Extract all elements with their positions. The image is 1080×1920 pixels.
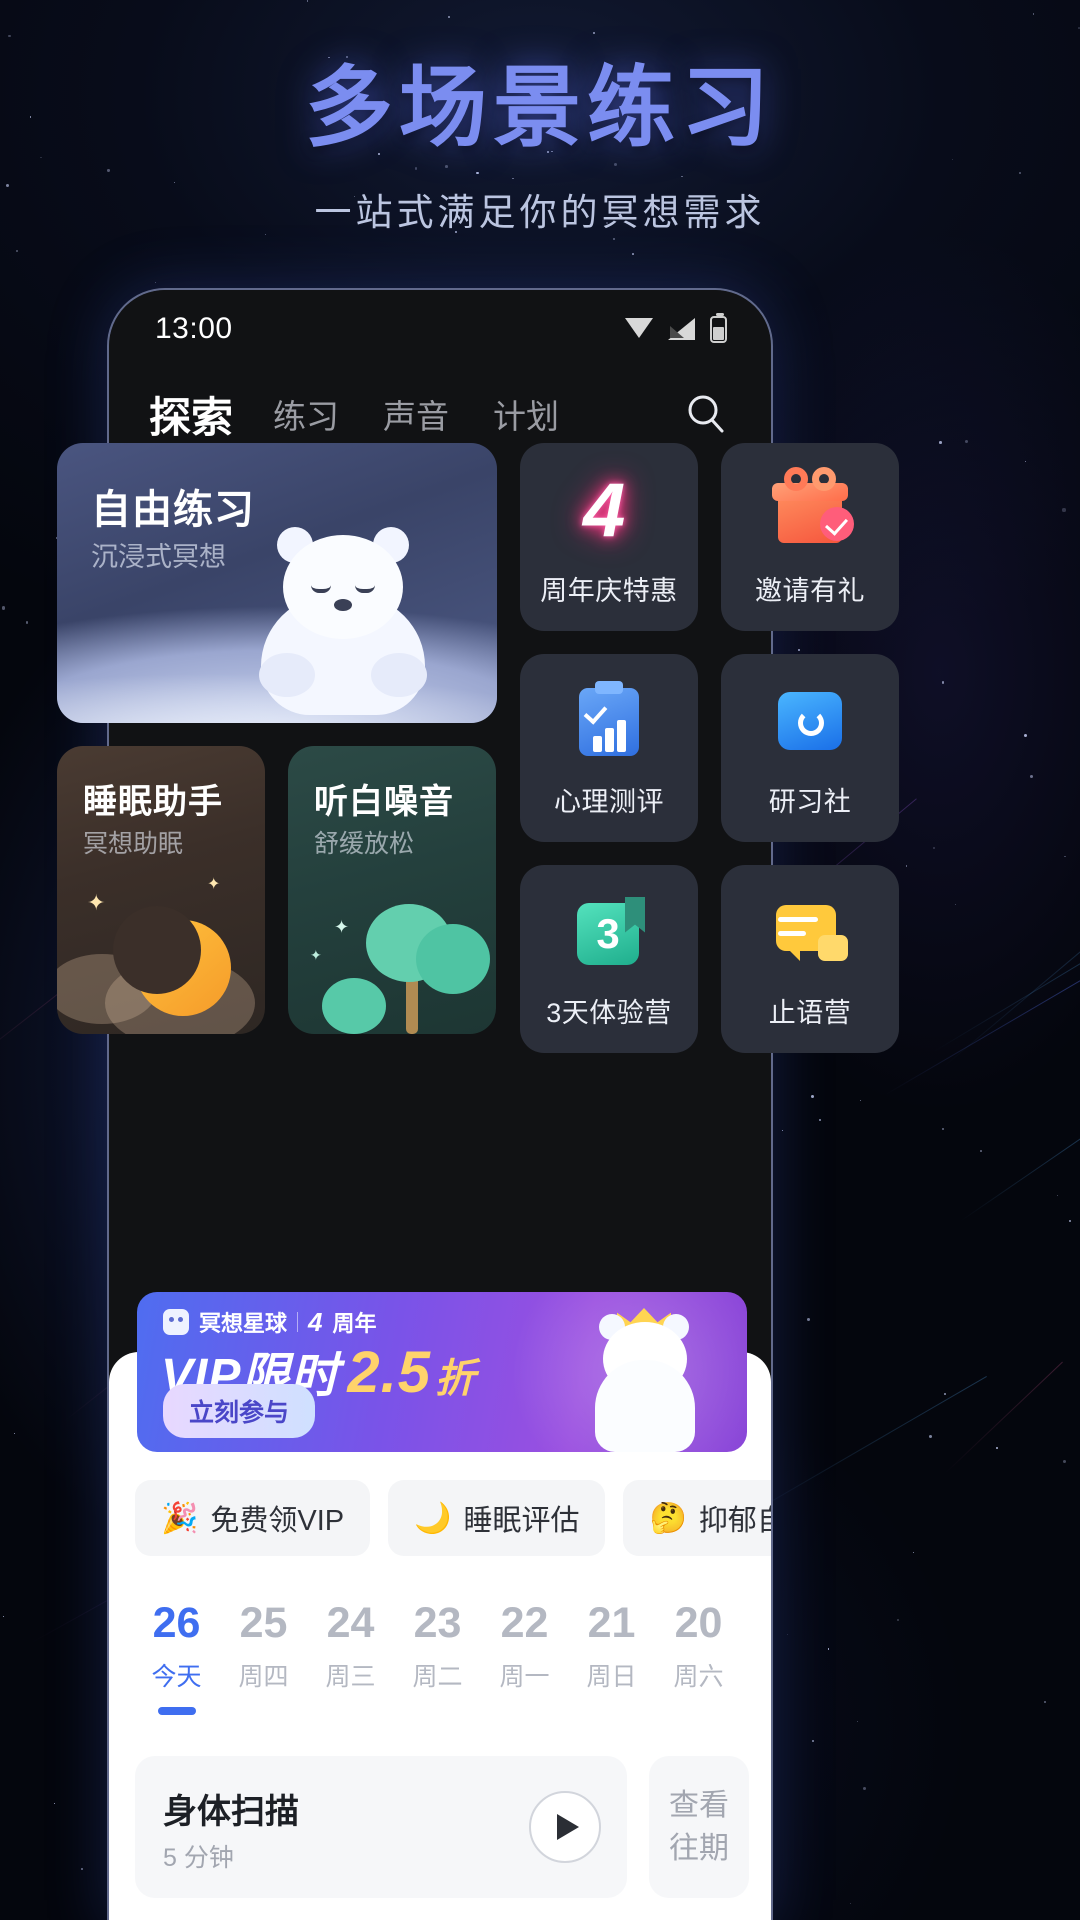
session-row[interactable]: 身体扫描 5 分钟 bbox=[135, 1756, 627, 1898]
date-item[interactable]: 23 周二 bbox=[394, 1599, 481, 1693]
neon-four-icon: 4 bbox=[583, 467, 626, 553]
card-grid: 自由练习 沉浸式冥想 睡眠助手 冥想助眠 ✦ ✦ 听白噪音 舒缓放松 ✦ ✦ 4… bbox=[57, 443, 937, 1053]
thinking-face-icon: 🤔 bbox=[649, 1501, 687, 1535]
card-title: 听白噪音 bbox=[314, 783, 454, 821]
join-now-button[interactable]: 立刻参与 bbox=[163, 1384, 316, 1438]
date-label: 周四 bbox=[238, 1663, 289, 1692]
view-past-button[interactable]: 查看 往期 bbox=[649, 1756, 749, 1898]
card-column-main: 自由练习 沉浸式冥想 睡眠助手 冥想助眠 ✦ ✦ 听白噪音 舒缓放松 ✦ ✦ bbox=[57, 443, 497, 1053]
brand-logo-icon bbox=[163, 1309, 189, 1335]
tile-three-day-camp[interactable]: 3 3天体验营 bbox=[520, 865, 698, 1053]
tab-explore[interactable]: 探索 bbox=[149, 384, 233, 445]
signal-icon bbox=[668, 318, 695, 340]
quick-action-chips: 🎉 免费领VIP 🌙 睡眠评估 🤔 抑郁自测 🎈 bbox=[135, 1480, 771, 1556]
card-title: 睡眠助手 bbox=[83, 783, 223, 821]
card-title: 自由练习 bbox=[91, 488, 255, 532]
status-bar-time: 13:00 bbox=[155, 312, 233, 345]
date-number: 21 bbox=[587, 1599, 636, 1647]
date-number: 26 bbox=[152, 1599, 201, 1647]
date-label: 周一 bbox=[499, 1663, 550, 1692]
chip-sleep-assessment[interactable]: 🌙 睡眠评估 bbox=[388, 1480, 606, 1556]
tab-plan[interactable]: 计划 bbox=[493, 390, 559, 438]
date-selector: 26 今天 25 周四 24 周三 23 周二 22 周一 21 周日 20 周… bbox=[133, 1599, 771, 1716]
card-free-practice[interactable]: 自由练习 沉浸式冥想 bbox=[57, 443, 497, 723]
tile-label: 邀请有礼 bbox=[755, 575, 865, 606]
bottom-sheet: 冥想星球 4 周年 VIP限时 2.5 折 立刻参与 🎉 免费领VIP 🌙 睡眠… bbox=[109, 1292, 771, 1920]
tile-study-club[interactable]: 研习社 bbox=[721, 654, 899, 842]
card-white-noise[interactable]: 听白噪音 舒缓放松 ✦ ✦ bbox=[288, 746, 496, 1034]
tile-silence-camp[interactable]: 止语营 bbox=[721, 865, 899, 1053]
date-label: 周日 bbox=[586, 1663, 637, 1692]
brand-divider bbox=[297, 1312, 299, 1332]
date-item[interactable]: 22 周一 bbox=[481, 1599, 568, 1693]
moon-icon bbox=[113, 906, 231, 1016]
search-icon[interactable] bbox=[683, 391, 729, 437]
wifi-icon bbox=[625, 318, 653, 340]
date-number: 22 bbox=[500, 1599, 549, 1647]
session-title: 身体扫描 bbox=[163, 1793, 299, 1831]
date-number: 20 bbox=[674, 1599, 723, 1647]
tile-invite-rewards[interactable]: 邀请有礼 bbox=[721, 443, 899, 631]
tile-label: 3天体验营 bbox=[546, 997, 672, 1028]
card-subtitle: 沉浸式冥想 bbox=[91, 542, 226, 572]
date-number: 23 bbox=[413, 1599, 462, 1647]
chip-label: 抑郁自测 bbox=[698, 1505, 771, 1537]
date-label: 周六 bbox=[673, 1663, 724, 1692]
status-bar: 13:00 bbox=[109, 290, 771, 368]
anniversary-number: 4 bbox=[308, 1306, 323, 1337]
view-past-line1: 查看 bbox=[669, 1788, 729, 1822]
vip-promo-banner[interactable]: 冥想星球 4 周年 VIP限时 2.5 折 立刻参与 bbox=[137, 1292, 747, 1452]
date-item[interactable]: 21 周日 bbox=[568, 1599, 655, 1693]
chip-depression-test[interactable]: 🤔 抑郁自测 bbox=[623, 1480, 771, 1556]
card-column-mid: 4 周年庆特惠 心理测评 3 3天体验营 bbox=[520, 443, 698, 1053]
date-item[interactable]: 20 周六 bbox=[655, 1599, 742, 1693]
card-column-right: 邀请有礼 研习社 止语营 bbox=[721, 443, 899, 1053]
chip-free-vip[interactable]: 🎉 免费领VIP bbox=[135, 1480, 371, 1556]
play-icon[interactable] bbox=[529, 1791, 601, 1863]
date-number: 24 bbox=[326, 1599, 375, 1647]
card-subtitle: 舒缓放松 bbox=[314, 830, 415, 858]
tile-label: 周年庆特惠 bbox=[540, 575, 678, 606]
date-item[interactable]: 24 周三 bbox=[307, 1599, 394, 1693]
anniversary-label: 周年 bbox=[332, 1311, 377, 1336]
tab-sound[interactable]: 声音 bbox=[383, 390, 449, 438]
camera-icon bbox=[768, 678, 852, 762]
card-sleep-assistant[interactable]: 睡眠助手 冥想助眠 ✦ ✦ bbox=[57, 746, 265, 1034]
tile-psych-assessment[interactable]: 心理测评 bbox=[520, 654, 698, 842]
banner-discount-value: 2.5 bbox=[347, 1340, 432, 1405]
banner-brand: 冥想星球 4 周年 bbox=[163, 1306, 377, 1338]
card-subtitle: 冥想助眠 bbox=[83, 830, 184, 858]
secondary-cards: 睡眠助手 冥想助眠 ✦ ✦ 听白噪音 舒缓放松 ✦ ✦ bbox=[57, 746, 497, 1034]
party-popper-icon: 🎉 bbox=[161, 1501, 199, 1535]
tile-label: 研习社 bbox=[768, 786, 852, 817]
view-past-line2: 往期 bbox=[669, 1832, 729, 1865]
tile-label: 心理测评 bbox=[554, 786, 664, 817]
badge-three-icon: 3 bbox=[567, 889, 651, 973]
chip-label: 免费领VIP bbox=[210, 1505, 345, 1537]
tile-label: 止语营 bbox=[768, 997, 852, 1028]
battery-icon bbox=[710, 312, 727, 343]
selected-date-indicator bbox=[157, 1707, 196, 1716]
date-label: 周二 bbox=[412, 1663, 463, 1692]
banner-bear-illustration bbox=[573, 1308, 713, 1452]
page-subtitle: 一站式满足你的冥想需求 bbox=[314, 192, 766, 234]
date-label: 周三 bbox=[325, 1663, 376, 1692]
date-item[interactable]: 25 周四 bbox=[220, 1599, 307, 1693]
tile-anniversary-sale[interactable]: 4 周年庆特惠 bbox=[520, 443, 698, 631]
brand-name: 冥想星球 bbox=[199, 1311, 288, 1336]
tab-practice[interactable]: 练习 bbox=[273, 390, 339, 438]
date-item-today[interactable]: 26 今天 bbox=[133, 1599, 220, 1716]
gift-icon bbox=[768, 466, 854, 551]
session-duration: 5 分钟 bbox=[163, 1844, 234, 1872]
bear-illustration bbox=[245, 527, 441, 715]
clipboard-check-icon bbox=[567, 678, 651, 762]
page-title: 多场景练习 bbox=[304, 58, 775, 157]
moon-icon: 🌙 bbox=[414, 1501, 452, 1535]
date-label: 今天 bbox=[151, 1663, 202, 1692]
date-number: 25 bbox=[239, 1599, 288, 1647]
banner-discount-unit: 折 bbox=[435, 1357, 477, 1401]
speech-bubble-icon bbox=[768, 889, 852, 973]
promo-header: 多场景练习 一站式满足你的冥想需求 bbox=[0, 0, 1080, 236]
chip-label: 睡眠评估 bbox=[463, 1505, 580, 1537]
